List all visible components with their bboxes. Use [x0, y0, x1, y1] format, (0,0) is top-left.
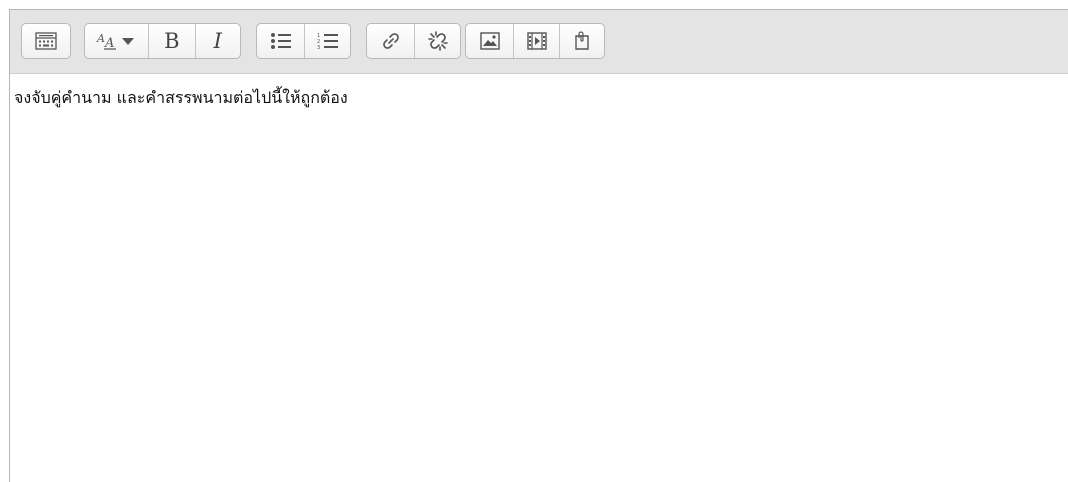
editor-text: จงจับคู่คำนาม และคำสรรพนามต่อไปนี้ให้ถูก…: [14, 88, 348, 107]
toolbar-group-links: [366, 23, 461, 59]
font-style-button[interactable]: A A: [85, 24, 148, 58]
unlink-icon: [427, 31, 448, 51]
bold-button[interactable]: B: [148, 24, 194, 58]
numbered-list-button[interactable]: 123: [304, 24, 350, 58]
insert-media-button[interactable]: [513, 24, 559, 58]
link-icon: [382, 33, 399, 49]
image-icon: [479, 32, 500, 50]
bullet-list-icon: [270, 33, 291, 49]
editor-toolbar: A A B I 123: [10, 10, 1068, 74]
bullet-list-button[interactable]: [257, 24, 304, 58]
font-style-icon: A A: [96, 32, 134, 51]
file-icon: [575, 31, 589, 50]
text-editor: A A B I 123 จงจับคู่คำนาม และคำสรรพนามต่…: [9, 9, 1068, 482]
numbered-list-icon: 123: [317, 33, 338, 50]
media-icon: [526, 32, 547, 50]
editor-content-area[interactable]: จงจับคู่คำนาม และคำสรรพนามต่อไปนี้ให้ถูก…: [10, 74, 1068, 482]
manage-files-button[interactable]: [559, 24, 604, 58]
toolbar-group-insert: [465, 23, 605, 59]
toolbar-group-lists: 123: [256, 23, 351, 59]
unlink-button[interactable]: [414, 24, 460, 58]
toolbar-group-toggle: [21, 23, 71, 59]
italic-button[interactable]: I: [194, 24, 240, 58]
show-more-button[interactable]: [22, 24, 70, 58]
insert-image-button[interactable]: [466, 24, 513, 58]
keyboard-icon: [35, 32, 57, 50]
svg-text:3: 3: [317, 45, 320, 50]
toolbar-group-style: A A B I: [84, 23, 241, 59]
link-button[interactable]: [367, 24, 414, 58]
svg-text:A: A: [96, 32, 105, 45]
